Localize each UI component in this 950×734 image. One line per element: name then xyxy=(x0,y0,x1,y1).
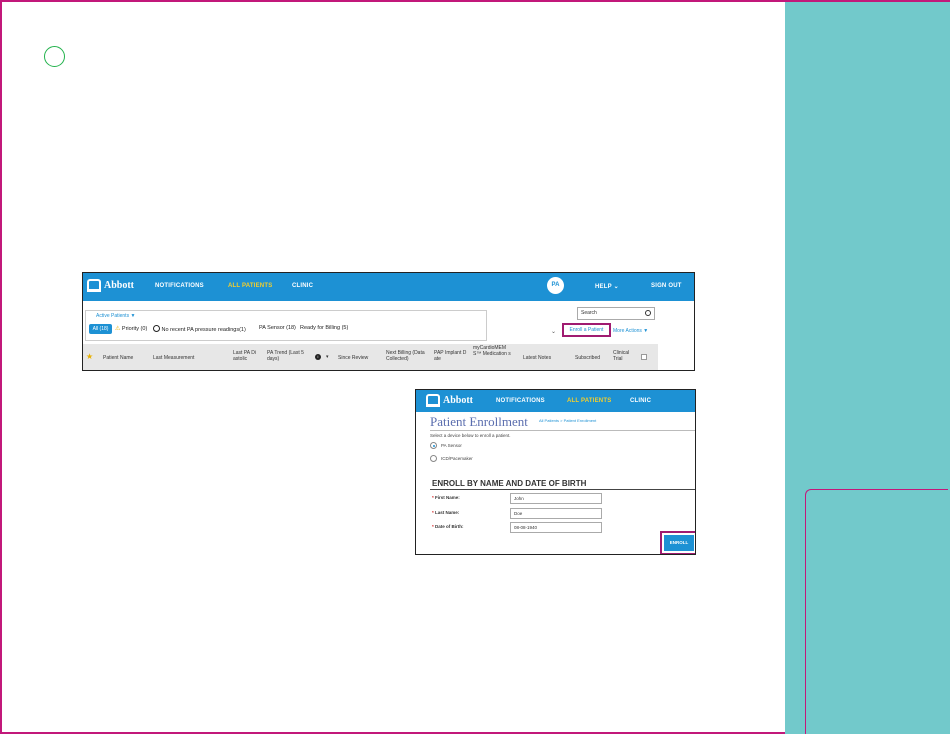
avatar[interactable]: PA xyxy=(547,277,564,294)
enroll-button[interactable]: ENROLL xyxy=(664,535,694,551)
abbott-logo[interactable]: Abbott xyxy=(87,279,134,292)
nav-clinic[interactable]: CLINIC xyxy=(630,398,651,404)
nav-sign-out[interactable]: SIGN OUT xyxy=(651,283,682,289)
enroll-button-highlight: ENROLL xyxy=(660,531,695,554)
chevron-down-icon: ⌄ xyxy=(613,284,619,290)
col-medication[interactable]: myCardioMEM S™ Medication s xyxy=(473,345,515,357)
nav-help[interactable]: HELP ⌄ xyxy=(595,283,619,290)
col-clinical-trial[interactable]: Clinical Trial xyxy=(613,350,637,362)
last-name-label: * Last Name: xyxy=(432,510,459,515)
device-instruction: Select a device below to enroll a patien… xyxy=(430,433,511,438)
search-input[interactable]: Search xyxy=(577,307,655,320)
sort-chevron-icon[interactable]: ▾ xyxy=(326,354,329,360)
last-name-label-text: Last Name: xyxy=(435,510,460,515)
abbott-logo[interactable]: Abbott xyxy=(426,394,473,407)
col-latest-notes[interactable]: Latest Notes xyxy=(523,355,551,361)
required-mark: * xyxy=(432,524,434,529)
nav-clinic[interactable]: CLINIC xyxy=(292,283,313,289)
section-title: ENROLL BY NAME AND DATE OF BIRTH xyxy=(432,479,587,488)
collapse-chevron-icon[interactable]: ⌄ xyxy=(551,328,556,335)
warning-icon: ⚠ xyxy=(115,326,121,332)
more-actions-dropdown[interactable]: More Actions ▼ xyxy=(613,328,648,334)
active-patients-dropdown[interactable]: Active Patients ▼ xyxy=(96,313,135,319)
col-since-review[interactable]: Since Review xyxy=(338,355,368,361)
abbott-logo-icon xyxy=(426,394,440,407)
col-pa-trend[interactable]: PA Trend (Last 5 days) xyxy=(267,350,311,362)
nav-all-patients[interactable]: ALL PATIENTS xyxy=(228,283,272,289)
star-icon[interactable]: ★ xyxy=(86,352,93,361)
breadcrumb[interactable]: All Patients > Patient Enrollment xyxy=(539,418,596,423)
patient-table-header: ★ Patient Name Last Measurement Last PA … xyxy=(83,344,658,370)
logo-text: Abbott xyxy=(104,280,135,291)
filter-pa-sensor[interactable]: PA Sensor (18) xyxy=(259,325,296,331)
page-title: Patient Enrollment xyxy=(430,414,528,429)
col-pap-implant[interactable]: PAP Implant D ate xyxy=(434,350,470,362)
search-placeholder: Search xyxy=(581,310,597,316)
clock-icon xyxy=(153,325,160,332)
divider xyxy=(430,430,695,431)
logo-text: Abbott xyxy=(443,395,474,406)
patient-enrollment-screenshot: Abbott NOTIFICATIONS ALL PATIENTS CLINIC… xyxy=(415,389,696,555)
filter-priority[interactable]: ⚠ Priority (0) xyxy=(115,325,147,332)
enroll-patient-link[interactable]: Enroll a Patient xyxy=(562,323,611,337)
filter-priority-label: Priority (0) xyxy=(121,326,148,332)
top-navbar: Abbott NOTIFICATIONS ALL PATIENTS CLINIC… xyxy=(83,273,694,301)
slide-page: Abbott NOTIFICATIONS ALL PATIENTS CLINIC… xyxy=(0,0,950,734)
select-all-checkbox[interactable] xyxy=(641,354,647,360)
col-subscribed[interactable]: Subscribed xyxy=(575,355,600,361)
first-name-label-text: First Name: xyxy=(435,495,460,500)
first-name-label: * First Name: xyxy=(432,495,460,500)
radio-pa-sensor-label: PA Sensor xyxy=(441,443,462,448)
nav-all-patients[interactable]: ALL PATIENTS xyxy=(567,398,611,404)
top-navbar: Abbott NOTIFICATIONS ALL PATIENTS CLINIC xyxy=(416,390,695,412)
teal-tab-panel xyxy=(805,489,948,734)
col-next-billing[interactable]: Next Billing (Data Collected) xyxy=(386,350,430,362)
filter-no-recent[interactable]: No recent PA pressure readings(1) xyxy=(153,325,246,333)
section-divider xyxy=(430,489,695,490)
filter-ready-billing[interactable]: Ready for Billing (5) xyxy=(300,325,348,331)
dob-field[interactable]: 08-08-1940 xyxy=(510,522,602,533)
filter-no-recent-label: No recent PA pressure readings(1) xyxy=(161,327,246,333)
nav-notifications[interactable]: NOTIFICATIONS xyxy=(496,398,545,404)
filter-panel: Active Patients ▼ All (18) ⚠ Priority (0… xyxy=(85,310,487,341)
radio-icd-pacemaker-label: ICD/Pacemaker xyxy=(441,456,473,461)
dob-label-text: Date of Birth: xyxy=(435,524,464,529)
required-mark: * xyxy=(432,495,434,500)
step-circle-icon xyxy=(44,46,65,67)
radio-icd-pacemaker[interactable] xyxy=(430,455,437,462)
first-name-field[interactable]: John xyxy=(510,493,602,504)
info-icon[interactable]: i xyxy=(315,354,321,360)
last-name-field[interactable]: Doe xyxy=(510,508,602,519)
required-mark: * xyxy=(432,510,434,515)
nav-notifications[interactable]: NOTIFICATIONS xyxy=(155,283,204,289)
col-last-pa-diastolic[interactable]: Last PA Di astolic xyxy=(233,350,265,362)
col-last-measurement[interactable]: Last Measurement xyxy=(153,355,194,361)
abbott-logo-icon xyxy=(87,279,101,292)
help-label: HELP xyxy=(595,284,612,290)
radio-pa-sensor[interactable] xyxy=(430,442,437,449)
col-patient-name[interactable]: Patient Name xyxy=(103,355,133,361)
filter-all-chip[interactable]: All (18) xyxy=(89,324,112,334)
dob-label: * Date of Birth: xyxy=(432,524,464,529)
search-icon[interactable] xyxy=(645,310,651,316)
patient-list-screenshot: Abbott NOTIFICATIONS ALL PATIENTS CLINIC… xyxy=(82,272,695,371)
